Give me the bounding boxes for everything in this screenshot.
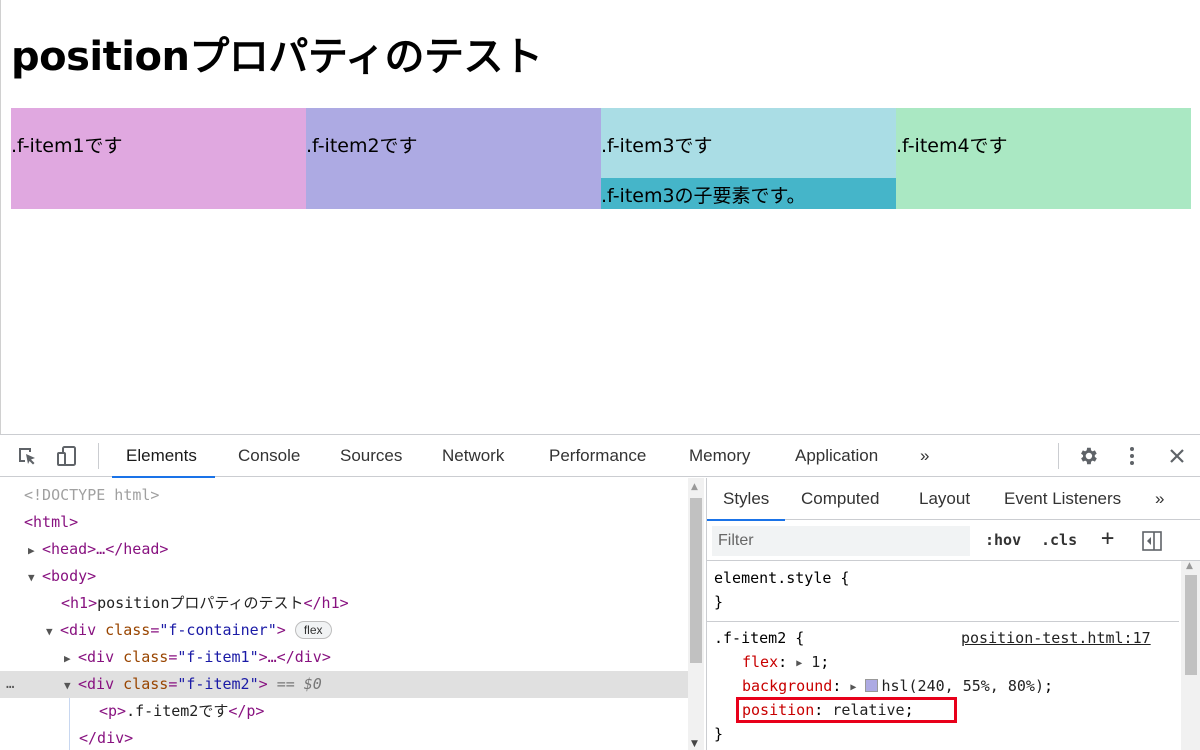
more-styles-tabs-button[interactable]: » [1155,478,1164,520]
dom-h1[interactable]: <h1>positionプロパティのテスト</h1> [0,590,688,617]
dom-head[interactable]: ▶ <head>…</head> [0,536,688,563]
tab-elements[interactable]: Elements [112,435,215,478]
new-rule-button[interactable]: + [1101,526,1114,551]
f-item3-text: .f-item3です [601,135,713,157]
f-item2: .f-item2です [306,108,601,209]
device-toggle-icon[interactable] [54,443,80,469]
tab-application[interactable]: Application [795,435,878,477]
collapse-arrow-icon[interactable]: ▼ [28,564,42,591]
close-brace: } [714,593,724,611]
flex-badge[interactable]: flex [294,621,332,639]
color-swatch[interactable] [865,679,879,692]
f-item4: .f-item4です [896,108,1191,209]
tab-memory[interactable]: Memory [689,435,750,477]
scroll-down-icon[interactable]: ▼ [691,739,698,749]
dom-p[interactable]: <p>.f-item2です</p> [0,698,688,725]
tab-network[interactable]: Network [442,435,504,477]
element-style-selector[interactable]: element.style { [714,566,849,590]
devtools-toolbar: Elements Console Sources Network Perform… [0,435,1200,478]
elements-dom-tree: <!DOCTYPE html> <html> ▶ <head>…</head> ▼… [0,478,705,750]
f-item3-child: .f-item3の子要素です。 [601,178,896,209]
dom-f-item2-selected[interactable]: … ▼ <div class="f-item2"> == $0 [0,671,688,698]
f-item1: .f-item1です [11,108,306,209]
elements-scrollbar[interactable]: ▲ ▼ [688,478,704,750]
inspect-icon[interactable] [14,443,40,469]
dom-div-close[interactable]: </div> [0,725,688,750]
rule-source-link[interactable]: position-test.html:17 [961,626,1151,650]
styles-pane: Styles Computed Layout Event Listeners »… [706,478,1200,750]
f-item3-child-text: .f-item3の子要素です。 [601,185,806,207]
element-style-rule: element.style { } [707,562,1179,620]
expand-arrow-icon[interactable]: ▶ [796,658,802,669]
dom-f-container[interactable]: ▼ <div class="f-container"> flex [0,617,688,644]
collapse-arrow-icon[interactable]: ▼ [46,618,60,645]
f-item3: .f-item3です .f-item3の子要素です。 [601,108,896,209]
expand-arrow-icon[interactable]: ▶ [850,682,856,693]
expand-arrow-icon[interactable]: ▶ [28,537,42,564]
tab-layout[interactable]: Layout [919,478,970,520]
tab-styles[interactable]: Styles [707,478,786,521]
flex-container: .f-item1です .f-item2です .f-item3です .f-item… [11,108,1191,209]
filter-toolbar: :hov .cls + [707,521,1200,561]
styles-filter-input[interactable] [712,526,970,556]
close-icon[interactable] [1164,443,1190,469]
f-item2-rule: .f-item2 { position-test.html:17 flex: ▶… [707,622,1179,750]
styles-scrollbar[interactable]: ▲ [1181,561,1200,750]
gear-icon[interactable] [1075,443,1101,469]
more-tabs-button[interactable]: » [920,435,929,477]
background-declaration[interactable]: background: ▶ hsl(240, 55%, 80%); [742,674,1053,698]
scrollbar-thumb[interactable] [1185,575,1197,675]
selected-marker: == $0 [276,675,322,693]
hov-button[interactable]: :hov [985,531,1021,549]
f-item1-text: .f-item1です [11,135,123,157]
dom-html[interactable]: <html> [0,509,688,536]
dom-doctype[interactable]: <!DOCTYPE html> [0,482,688,509]
cls-button[interactable]: .cls [1041,531,1077,549]
styles-tabs: Styles Computed Layout Event Listeners » [707,478,1200,521]
flex-declaration[interactable]: flex: ▶ 1; [742,650,829,674]
ellipsis-icon[interactable]: … [6,671,14,698]
close-brace: } [714,725,724,743]
page-title: positionプロパティのテスト [11,34,543,80]
page-viewport: positionプロパティのテスト .f-item1です .f-item2です … [0,0,1200,434]
f-item2-text: .f-item2です [306,135,418,157]
tab-sources[interactable]: Sources [340,435,402,477]
expand-arrow-icon[interactable]: ▶ [64,645,78,672]
tab-console[interactable]: Console [238,435,300,477]
scrollbar-thumb[interactable] [690,498,702,663]
highlight-box [736,697,957,723]
tab-performance[interactable]: Performance [549,435,646,477]
scroll-up-icon[interactable]: ▲ [1186,561,1193,571]
indent-guide [69,698,70,750]
f-item4-text: .f-item4です [896,135,1008,157]
devtools-panel: Elements Console Sources Network Perform… [0,434,1200,750]
toggle-sidebar-icon[interactable] [1141,530,1163,556]
scroll-up-icon[interactable]: ▲ [691,482,698,492]
tab-computed[interactable]: Computed [801,478,879,520]
tab-event-listeners[interactable]: Event Listeners [1004,478,1121,520]
rule-selector[interactable]: .f-item2 { [714,626,804,650]
collapse-arrow-icon[interactable]: ▼ [64,672,78,699]
dom-body[interactable]: ▼ <body> [0,563,688,590]
kebab-menu-icon[interactable] [1119,443,1145,469]
dom-f-item1[interactable]: ▶ <div class="f-item1">…</div> [0,644,688,671]
